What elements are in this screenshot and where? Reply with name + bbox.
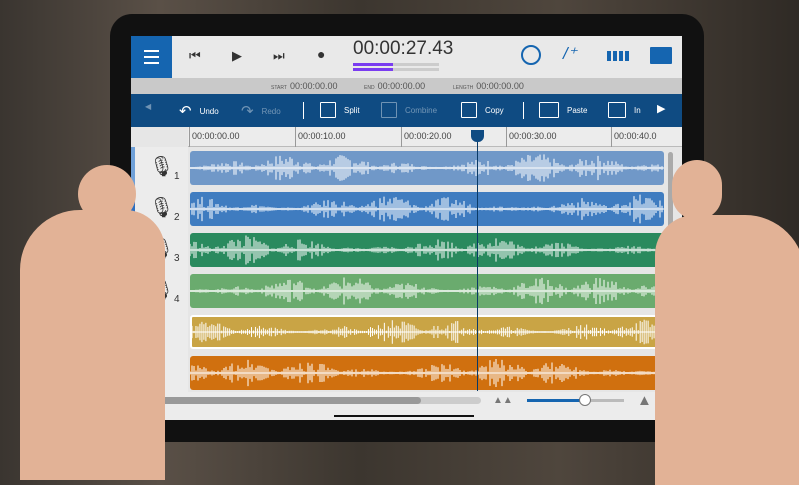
record-icon[interactable]: ● [317,46,325,62]
combine-button[interactable]: Combine [381,102,437,118]
ruler-tick-label: 00:00:10.00 [295,127,346,147]
top-bar: ⏮ ▶ ⏭ ● 00:00:27.43 /⁺ [131,36,682,78]
track-number: 2 [174,212,180,223]
start-value: 00:00:00.00 [289,81,338,91]
audio-clip[interactable] [189,151,664,185]
zoom-slider-knob[interactable] [579,394,592,406]
timeline-ruler[interactable]: 00:00:00.00 00:00:10.00 00:00:20.00 00:0… [188,127,682,147]
left-hand [20,210,165,480]
play-icon[interactable]: ▶ [232,48,242,64]
playhead-line [477,131,478,391]
grid-icon[interactable] [607,51,629,61]
start-label: START [271,85,287,91]
track-3[interactable]: 🎙3 [131,229,671,271]
insert-icon [608,102,626,118]
length-value: 00:00:00.00 [476,81,524,91]
waveform [189,358,664,388]
track-number: 3 [174,253,180,264]
divider [523,102,524,119]
ruler-tick-label: 00:00:00.00 [189,127,240,147]
horizontal-scrollbar[interactable] [141,397,481,404]
audio-clip[interactable] [189,192,664,226]
edit-toolbar: ◀ ↶ Undo ↷ Redo Split Combine Copy Paste I… [131,94,682,127]
level-meter-left [353,63,439,66]
app-screen: ⏮ ▶ ⏭ ● 00:00:27.43 /⁺ START 00:00:00.00 … [131,36,682,420]
combine-label: Combine [405,105,438,115]
waveform [189,194,664,224]
redo-label: Redo [261,106,281,116]
insert-button[interactable]: In [608,102,641,118]
time-display: 00:00:27.43 [353,38,454,59]
split-label: Split [344,105,360,115]
paste-button[interactable]: Paste [539,102,587,118]
divider [303,102,304,119]
track-number: 4 [174,294,180,305]
combine-icon [381,102,397,118]
audio-clip[interactable] [189,356,664,390]
redo-icon: ↷ [241,103,254,120]
history-icon[interactable] [521,45,541,65]
ruler-tick-label: 00:00:30.00 [506,127,557,147]
playhead-handle[interactable] [471,130,484,142]
home-indicator [334,415,474,417]
paste-icon [539,102,559,118]
waveform [189,277,664,305]
waveform [191,319,662,345]
scroll-left-button[interactable]: ◀ [145,102,151,111]
audio-clip[interactable] [189,233,664,267]
ruler-tick-label: 00:00:40.0 [611,127,657,147]
end-value: 00:00:00.00 [377,81,426,91]
copy-button[interactable]: Copy [461,102,504,118]
insert-label: In [634,105,641,115]
effects-wand-icon[interactable]: /⁺ [563,44,577,64]
end-label: END [364,85,375,91]
left-thumb [78,165,136,223]
waveform [189,235,664,265]
selection-info-bar: START 00:00:00.00 END 00:00:00.00 LENGTH 00… [131,78,682,94]
menu-button[interactable] [131,36,172,78]
copy-label: Copy [485,105,504,115]
level-meter-right [353,68,439,71]
skip-back-icon[interactable]: ⏮ [189,48,201,64]
skip-forward-icon[interactable]: ⏭ [273,48,285,64]
track-5[interactable]: ⭠ [131,311,671,353]
waveform [189,154,664,182]
track-6[interactable]: ▯ [131,352,671,394]
track-1[interactable]: 🎙 1 [131,147,671,189]
microphone-icon: 🎙 [149,156,175,178]
split-icon [320,102,336,118]
microphone-icon: 🎙 [149,197,175,219]
split-button[interactable]: Split [320,102,360,118]
track-number: 1 [174,171,180,182]
redo-button[interactable]: ↷ Redo [241,102,281,120]
track-2[interactable]: 🎙 2 [131,188,671,230]
undo-icon: ↶ [179,103,192,120]
audio-clip[interactable] [189,274,664,308]
audio-clip[interactable] [190,315,664,349]
zoom-out-icon[interactable]: ▲▲ [493,395,513,406]
right-hand [655,215,799,485]
undo-label: Undo [199,106,219,116]
folder-icon[interactable] [650,47,672,64]
length-label: LENGTH [453,85,474,91]
zoom-slider[interactable] [527,394,624,406]
scroll-right-button[interactable]: ▶ [657,102,665,115]
right-thumb [672,160,722,220]
ruler-tick-label: 00:00:20.00 [401,127,452,147]
track-4[interactable]: 🎙4 [131,270,671,312]
copy-icon [461,102,477,118]
bottom-bar: ▲▲ ▲▲ [131,392,682,420]
track-header[interactable]: 🎙 1 [131,147,188,189]
paste-label: Paste [567,105,588,115]
scroll-thumb[interactable] [141,397,421,404]
undo-button[interactable]: ↶ Undo [179,102,219,120]
